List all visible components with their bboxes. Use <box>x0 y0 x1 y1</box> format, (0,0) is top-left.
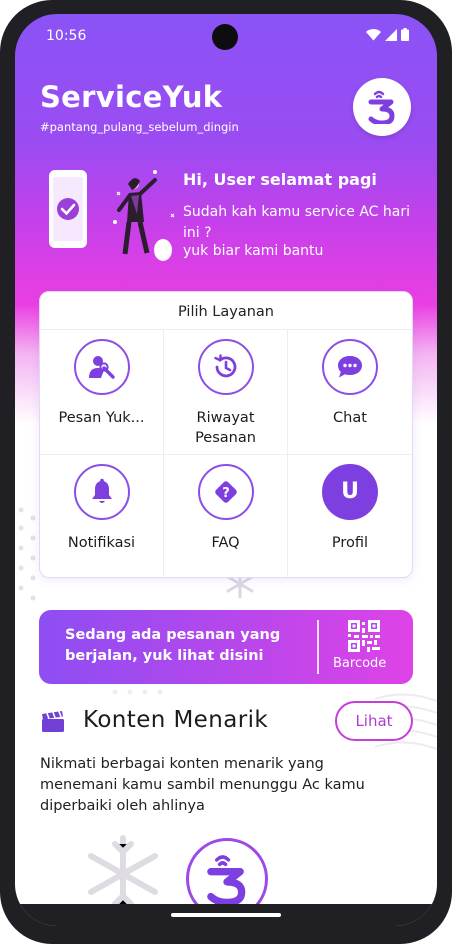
service-label: FAQ <box>211 534 240 551</box>
status-icons <box>366 28 409 41</box>
view-content-button[interactable]: Lihat <box>335 701 413 741</box>
service-label: Pesan Yuk... <box>58 410 145 426</box>
active-order-text: Sedang ada pesanan yang berjalan, yuk li… <box>65 627 281 664</box>
app-screen: 10:56 ServiceYuk #pantang_pulang_sebelum… <box>15 14 437 926</box>
history-icon <box>197 339 254 395</box>
wifi-icon <box>366 28 381 40</box>
hero-illustration <box>49 170 175 261</box>
service-faq[interactable]: ? FAQ <box>164 454 288 577</box>
service-chat[interactable]: Chat <box>288 330 412 455</box>
barcode-label: Barcode <box>333 656 387 671</box>
service-notifikasi[interactable]: Notifikasi <box>40 454 164 577</box>
service-pesan-yuk[interactable]: Pesan Yuk... <box>40 330 164 455</box>
phone-frame: 10:56 ServiceYuk #pantang_pulang_sebelum… <box>0 0 452 944</box>
battery-icon <box>401 28 409 41</box>
service-menu-card: Pilih Layanan Pesan Yuk... Riwayat Pesan… <box>39 291 413 578</box>
service-label: Profil <box>331 534 369 551</box>
front-camera <box>212 24 238 50</box>
active-order-banner[interactable]: Sedang ada pesanan yang berjalan, yuk li… <box>39 610 413 684</box>
banner-divider <box>317 620 319 674</box>
chat-bubble-icon <box>322 339 378 395</box>
service-menu-title: Pilih Layanan <box>40 292 412 330</box>
greeting-line-1: Sudah kah kamu service AC hari ini ? <box>183 204 410 241</box>
qr-code-icon <box>348 620 380 652</box>
service-label: Chat <box>333 410 367 426</box>
serviceyuk-logo-icon[interactable] <box>353 78 411 136</box>
service-riwayat-pesanan[interactable]: Riwayat Pesanan <box>164 330 288 455</box>
question-diamond-icon: ? <box>197 463 254 520</box>
profile-avatar: U <box>322 463 378 520</box>
content-section-description: Nikmati berbagai konten menarik yang men… <box>40 756 365 814</box>
status-time: 10:56 <box>46 28 87 44</box>
greeting-title: Hi, User selamat pagi <box>183 170 377 189</box>
cellular-signal-icon <box>385 28 397 41</box>
user-wrench-icon <box>73 339 130 395</box>
app-title: ServiceYuk <box>40 80 223 114</box>
video-clapper-icon <box>42 711 64 732</box>
snowflake-decoration <box>88 835 158 913</box>
service-label: Riwayat Pesanan <box>195 410 256 446</box>
greeting-line-2: yuk biar kami bantu <box>183 243 324 259</box>
avatar-letter: U <box>341 479 359 504</box>
app-tagline: #pantang_pulang_sebelum_dingin <box>40 120 239 134</box>
content-section-title: Konten Menarik <box>83 707 269 733</box>
service-profil[interactable]: U Profil <box>288 455 412 578</box>
service-label: Notifikasi <box>67 534 136 551</box>
service-grid: Pesan Yuk... Riwayat Pesanan Chat Notifi… <box>40 330 412 578</box>
home-indicator[interactable] <box>171 913 281 917</box>
bell-icon <box>73 463 130 520</box>
svg-text:?: ? <box>222 486 230 501</box>
